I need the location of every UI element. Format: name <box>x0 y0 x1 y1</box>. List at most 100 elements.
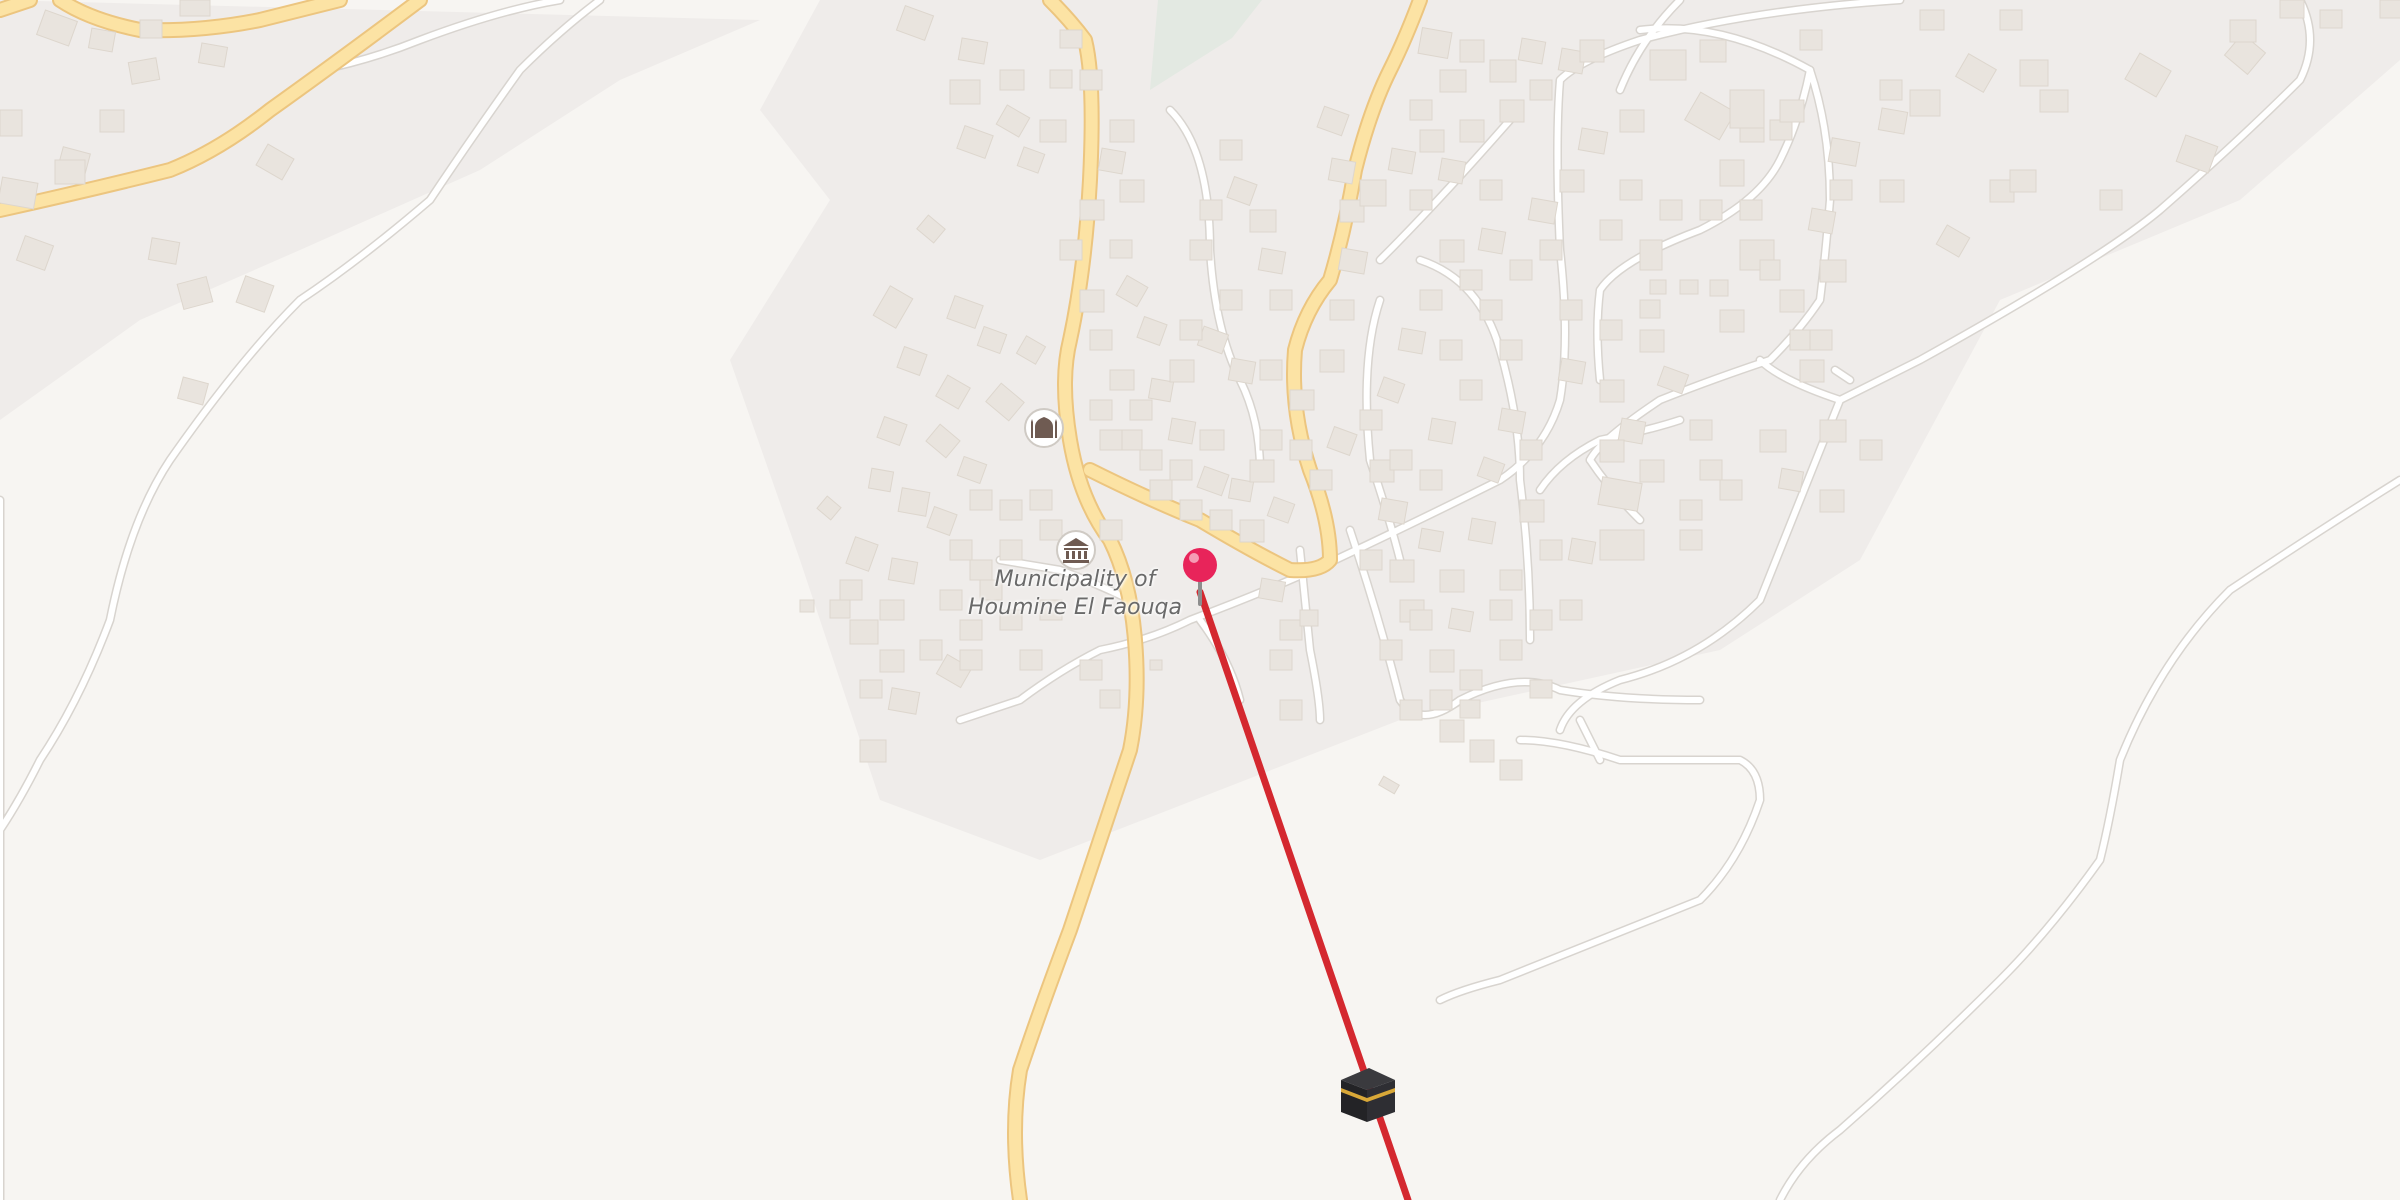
building <box>1679 279 1699 295</box>
building <box>1497 407 1527 435</box>
building <box>867 467 895 493</box>
building <box>1289 439 1313 461</box>
building <box>1059 239 1083 261</box>
building <box>1879 179 1905 203</box>
building <box>1029 489 1053 511</box>
building <box>1329 299 1355 321</box>
building <box>2229 19 2257 43</box>
building <box>849 619 879 645</box>
building <box>1149 659 1163 671</box>
minor-road-casing <box>1435 735 1765 1005</box>
building <box>1337 247 1369 275</box>
building <box>1439 719 1465 743</box>
building <box>1427 417 1457 445</box>
building <box>1169 359 1195 383</box>
town-hall-icon[interactable] <box>1056 530 1096 570</box>
building <box>1039 519 1063 541</box>
building <box>1709 279 1729 297</box>
building <box>1309 469 1333 491</box>
building <box>1417 27 1453 59</box>
building <box>1199 429 1225 451</box>
building <box>1877 107 1909 135</box>
building <box>1919 9 1945 31</box>
building <box>1319 349 1345 373</box>
kaaba-icon[interactable] <box>1341 1068 1395 1122</box>
building <box>1299 609 1319 627</box>
building <box>1219 289 1243 311</box>
building <box>1779 99 1805 123</box>
building <box>1378 775 1400 795</box>
building <box>1649 279 1667 295</box>
building <box>1119 179 1145 203</box>
building <box>1437 157 1467 185</box>
building <box>1529 609 1553 631</box>
building <box>1499 339 1523 361</box>
building <box>1459 119 1485 143</box>
building <box>1539 539 1563 561</box>
building <box>1909 89 1941 117</box>
municipality-label[interactable]: Municipality of Houmine El Faouqa <box>940 566 1210 622</box>
building <box>1089 329 1113 351</box>
building <box>1387 147 1417 175</box>
building <box>1489 599 1513 621</box>
building <box>1719 309 1745 333</box>
building <box>1479 299 1503 321</box>
building <box>1499 759 1523 781</box>
building <box>1039 119 1067 143</box>
building <box>99 109 125 133</box>
building <box>1659 199 1683 221</box>
building <box>1829 179 1853 201</box>
building <box>1139 449 1163 471</box>
building <box>1599 439 1625 463</box>
building <box>1249 209 1277 233</box>
building <box>1619 109 1645 133</box>
building <box>1239 519 1265 543</box>
building <box>2009 169 2037 193</box>
building <box>1799 29 1823 51</box>
building <box>1699 39 1727 63</box>
building <box>957 37 989 65</box>
map-canvas[interactable]: Municipality of Houmine El Faouqa <box>0 0 2400 1200</box>
building <box>1999 9 2023 31</box>
building <box>1459 39 1485 63</box>
building <box>1679 529 1703 551</box>
building <box>147 237 181 265</box>
building <box>1759 259 1781 281</box>
building <box>1819 259 1847 283</box>
building <box>1439 239 1465 263</box>
building <box>1739 199 1763 221</box>
building <box>949 539 973 561</box>
building <box>1639 299 1661 319</box>
building <box>829 599 851 619</box>
building <box>1249 459 1275 483</box>
building <box>1719 479 1743 501</box>
building <box>999 499 1023 521</box>
building <box>197 42 229 68</box>
building <box>1539 239 1563 261</box>
building <box>1269 289 1293 311</box>
building <box>887 557 919 585</box>
building <box>1429 689 1453 711</box>
building <box>1819 419 1847 443</box>
building <box>1209 509 1233 531</box>
building <box>179 0 211 17</box>
building <box>1289 389 1315 411</box>
building <box>1379 639 1403 661</box>
building <box>127 57 161 85</box>
building <box>1099 429 1123 451</box>
minor-road-casing <box>1775 475 2400 1200</box>
building <box>1639 239 1663 271</box>
building <box>1079 659 1103 681</box>
building <box>1419 129 1445 153</box>
building <box>1459 379 1483 401</box>
building <box>1489 59 1517 83</box>
mosque-icon[interactable] <box>1024 408 1064 448</box>
building <box>1599 319 1623 341</box>
building <box>87 27 117 53</box>
building <box>1377 497 1409 525</box>
building <box>1327 157 1357 185</box>
building <box>1409 99 1433 121</box>
building <box>1499 639 1523 661</box>
building <box>1269 649 1293 671</box>
building <box>879 599 905 621</box>
